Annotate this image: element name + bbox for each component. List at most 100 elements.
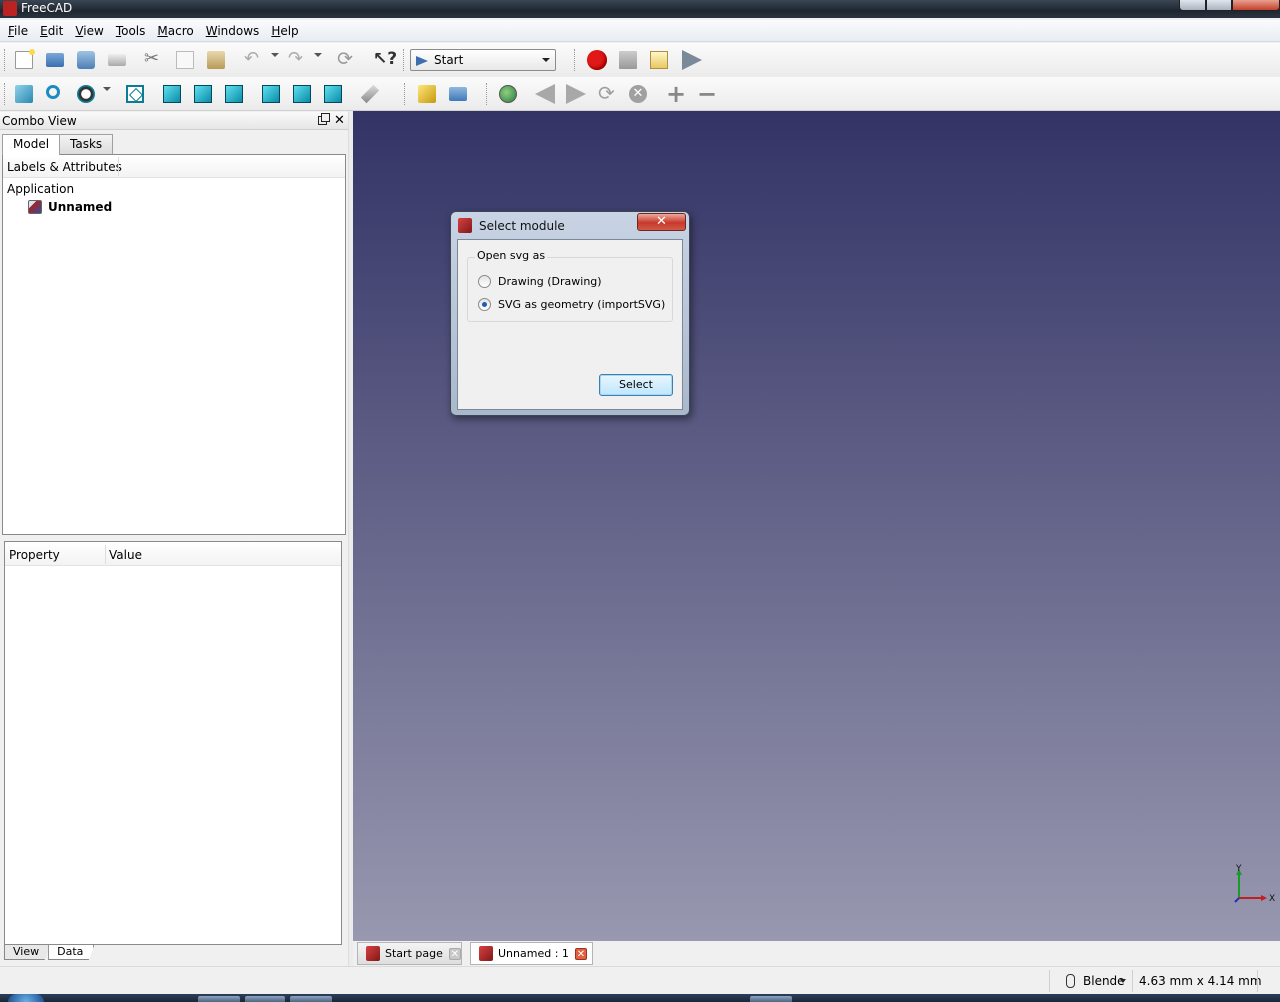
property-column-header[interactable]: Property [9,542,60,568]
menu-windows[interactable]: Windows [202,20,268,42]
paste-button[interactable] [204,48,228,72]
print-button[interactable] [105,48,129,72]
axis-cross: Y X [1234,864,1275,904]
freecad-app-icon [3,1,17,16]
isometric-view-button[interactable] [123,82,147,106]
zoom-in-button[interactable]: + [663,82,687,106]
new-document-button[interactable] [12,48,36,72]
menu-macro[interactable]: Macro [153,20,201,42]
tab-tasks[interactable]: Tasks [59,134,114,154]
back-button[interactable] [533,82,557,106]
close-panel-icon[interactable]: ✕ [334,112,345,130]
menu-edit[interactable]: Edit [36,20,71,42]
toolbar-grip[interactable] [403,49,406,71]
whats-this-icon: ↖? [373,49,398,69]
chevron-down-icon[interactable] [1120,979,1126,983]
measure-distance-button[interactable] [358,82,382,106]
cut-button[interactable]: ✂ [142,48,166,72]
bottom-view-button[interactable] [290,82,314,106]
toolbar-grip[interactable] [4,83,7,105]
tab-start-page-label: Start page [385,947,443,960]
fit-selection-button[interactable] [43,82,67,106]
edit-macro-button[interactable] [647,48,671,72]
copy-button[interactable] [173,48,197,72]
start-orb-icon[interactable] [8,994,44,1002]
workbench-selector[interactable]: Start [410,49,556,71]
minimize-button[interactable] [1179,0,1206,11]
option-drawing[interactable]: Drawing (Drawing) [478,275,602,288]
tab-view[interactable]: View [4,945,51,960]
back-icon [535,84,555,104]
forward-button[interactable] [564,82,588,106]
toolbar-grip[interactable] [4,49,7,71]
stop-loading-button[interactable]: ✕ [626,82,650,106]
close-tab-icon[interactable]: ✕ [448,947,461,960]
top-view-button[interactable] [191,82,215,106]
document-label: Unnamed [48,200,113,214]
record-macro-button[interactable] [585,48,609,72]
tree-item-document[interactable]: Unnamed [28,198,112,216]
create-group-button[interactable] [446,82,470,106]
float-panel-icon[interactable] [318,113,330,125]
taskbar-app[interactable] [750,996,792,1002]
fit-all-button[interactable] [12,82,36,106]
tab-data[interactable]: Data [48,945,95,960]
top-view-icon [194,85,212,103]
execute-macro-button[interactable] [678,48,702,72]
tab-model[interactable]: Model [2,134,61,155]
create-part-button[interactable] [415,82,439,106]
redo-button[interactable]: ↷ [285,48,309,72]
tab-unnamed[interactable]: Unnamed : 1 ✕ [470,942,593,965]
reload-button[interactable]: ⟳ [595,82,619,106]
record-macro-icon [587,50,607,70]
close-tab-icon[interactable]: ✕ [574,947,587,960]
model-tree: Labels & Attributes Application Unnamed [2,154,346,535]
bottom-view-icon [293,85,311,103]
open-button[interactable] [43,48,67,72]
menu-file[interactable]: File [4,20,36,42]
left-view-button[interactable] [321,82,345,106]
dialog-close-button[interactable]: ✕ [637,213,686,231]
radio-svg-geometry[interactable] [478,298,491,311]
web-button[interactable] [496,82,520,106]
menu-view[interactable]: View [71,20,111,42]
value-column-header[interactable]: Value [109,542,142,568]
close-window-button[interactable] [1232,0,1280,11]
right-view-button[interactable] [222,82,246,106]
whats-this-button[interactable]: ↖? [370,48,398,72]
header-separator [105,545,106,564]
front-view-button[interactable] [160,82,184,106]
tab-start-page[interactable]: Start page ✕ [357,942,462,965]
tree-item-application[interactable]: Application [7,180,74,198]
stop-macro-button[interactable] [616,48,640,72]
toolbar-grip[interactable] [574,49,577,71]
navigation-style[interactable]: Blende [1083,967,1125,995]
menu-tools[interactable]: Tools [112,20,154,42]
rear-view-button[interactable] [259,82,283,106]
zoom-out-button[interactable]: − [694,82,718,106]
fit-all-icon [15,85,33,103]
redo-dropdown-icon[interactable] [314,53,322,57]
taskbar-app[interactable] [245,996,285,1002]
combo-view-title: Combo View [2,114,77,128]
option-svg-geometry[interactable]: SVG as geometry (importSVG) [478,298,665,311]
combo-view-title-bar: Combo View ✕ [0,112,352,130]
undo-button[interactable]: ↶ [241,48,265,72]
option-svg-geometry-label: SVG as geometry (importSVG) [498,298,666,311]
toolbar-grip[interactable] [486,83,489,105]
maximize-button[interactable] [1206,0,1232,11]
taskbar-app[interactable] [290,996,332,1002]
radio-drawing[interactable] [478,275,491,288]
tree-column-header[interactable]: Labels & Attributes [7,155,122,179]
draw-style-dropdown-icon[interactable] [103,87,111,91]
undo-dropdown-icon[interactable] [271,53,279,57]
web-icon [499,85,517,103]
toolbar-grip[interactable] [404,83,407,105]
draw-style-button[interactable] [74,82,98,106]
status-bar: Blende 4.63 mm x 4.14 mm [0,966,1280,994]
taskbar-app[interactable] [198,996,240,1002]
save-button[interactable] [74,48,98,72]
select-button[interactable]: Select [599,374,673,396]
refresh-button[interactable]: ⟳ [334,48,358,72]
menu-help[interactable]: Help [267,20,306,42]
